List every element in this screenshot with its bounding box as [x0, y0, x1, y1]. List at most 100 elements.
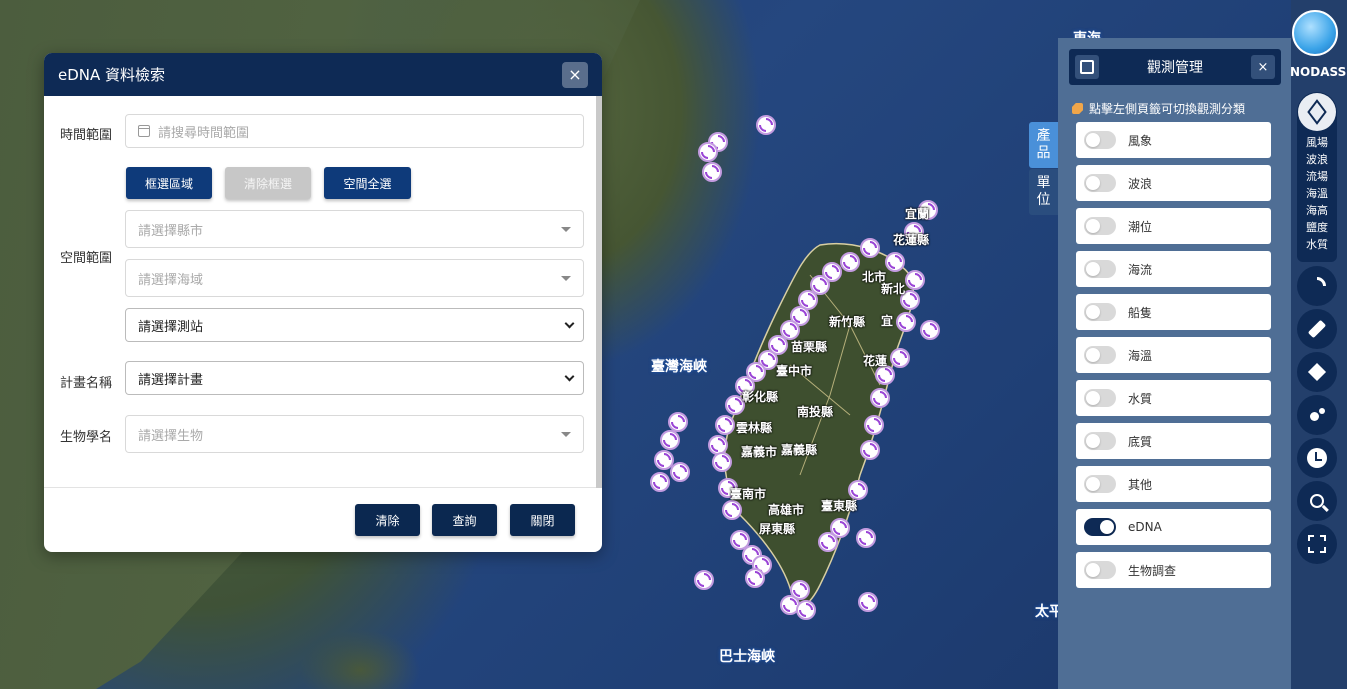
- tab-unit[interactable]: 單位: [1029, 169, 1058, 215]
- clock-icon: [1307, 448, 1327, 468]
- product-item[interactable]: 海溫: [1297, 185, 1337, 201]
- clear-box-button[interactable]: 清除框選: [225, 167, 311, 199]
- observation-item[interactable]: 底質: [1076, 423, 1271, 459]
- edna-station-marker[interactable]: [698, 142, 718, 162]
- observation-item[interactable]: 海溫: [1076, 337, 1271, 373]
- edna-station-marker[interactable]: [756, 115, 776, 135]
- observation-item[interactable]: 船隻: [1076, 294, 1271, 330]
- edna-station-marker[interactable]: [905, 270, 925, 290]
- product-item[interactable]: 水質: [1297, 236, 1337, 252]
- observation-item[interactable]: 風象: [1076, 122, 1271, 158]
- tag-icon: [1072, 103, 1083, 114]
- edna-station-marker[interactable]: [660, 430, 680, 450]
- tab-product[interactable]: 產品: [1029, 122, 1058, 168]
- toggle-switch[interactable]: [1084, 131, 1116, 149]
- toggle-switch[interactable]: [1084, 561, 1116, 579]
- satellite-button[interactable]: [1297, 309, 1337, 349]
- dialog-scrollbar[interactable]: [596, 96, 602, 488]
- toggle-switch[interactable]: [1084, 346, 1116, 364]
- observation-item[interactable]: 潮位: [1076, 208, 1271, 244]
- edna-station-marker[interactable]: [870, 388, 890, 408]
- observation-item-label: 風象: [1128, 133, 1153, 148]
- edna-station-marker[interactable]: [920, 320, 940, 340]
- sea-area-select[interactable]: 請選擇海域: [125, 259, 584, 297]
- toggle-switch[interactable]: [1084, 260, 1116, 278]
- edna-search-dialog: eDNA 資料檢索 × 時間範圍 請搜尋時間範圍 框選區域 清除框選 空間全選 …: [44, 53, 602, 552]
- panel-close-button[interactable]: ×: [1251, 55, 1275, 79]
- time-range-input[interactable]: 請搜尋時間範圍: [125, 114, 584, 148]
- observation-item[interactable]: eDNA: [1076, 509, 1271, 545]
- edna-station-marker[interactable]: [890, 348, 910, 368]
- observation-item[interactable]: 生物調查: [1076, 552, 1271, 588]
- satellite-icon: [1307, 319, 1327, 339]
- project-select-value: 請選擇計畫: [138, 372, 204, 388]
- county-label: 高雄市: [768, 503, 805, 517]
- panel-header: 觀測管理 ×: [1069, 49, 1281, 85]
- edna-station-marker[interactable]: [722, 500, 742, 520]
- search-button[interactable]: [1297, 481, 1337, 521]
- product-item[interactable]: 流場: [1297, 168, 1337, 184]
- observation-item[interactable]: 水質: [1076, 380, 1271, 416]
- toggle-switch[interactable]: [1084, 217, 1116, 235]
- product-item[interactable]: 海高: [1297, 202, 1337, 218]
- edna-station-marker[interactable]: [745, 568, 765, 588]
- time-button[interactable]: [1297, 438, 1337, 478]
- close-button[interactable]: 關閉: [510, 504, 575, 536]
- edna-station-marker[interactable]: [864, 415, 884, 435]
- edna-station-marker[interactable]: [896, 312, 916, 332]
- species-select[interactable]: 請選擇生物: [125, 415, 584, 453]
- toggle-switch[interactable]: [1084, 432, 1116, 450]
- dialog-header: eDNA 資料檢索 ×: [44, 53, 602, 96]
- query-button[interactable]: 查詢: [432, 504, 497, 536]
- panel-collapse-icon[interactable]: [1075, 55, 1099, 79]
- county-label: 臺中市: [776, 364, 813, 378]
- observation-item-label: 海流: [1128, 262, 1153, 277]
- edna-station-marker[interactable]: [694, 570, 714, 590]
- product-item[interactable]: 風場: [1297, 134, 1337, 150]
- toggle-switch[interactable]: [1084, 303, 1116, 321]
- broadcast-button[interactable]: [1297, 266, 1337, 306]
- edna-station-marker[interactable]: [840, 252, 860, 272]
- dots-button[interactable]: [1297, 395, 1337, 435]
- logo-text: NODASS: [1290, 65, 1347, 79]
- select-all-space-button[interactable]: 空間全選: [324, 167, 411, 199]
- clear-button[interactable]: 清除: [355, 504, 420, 536]
- county-select[interactable]: 請選擇縣市: [125, 210, 584, 248]
- station-select[interactable]: 請選擇測站: [125, 308, 584, 342]
- edna-station-marker[interactable]: [712, 452, 732, 472]
- edna-station-marker[interactable]: [818, 532, 838, 552]
- observation-item[interactable]: 波浪: [1076, 165, 1271, 201]
- product-item[interactable]: 波浪: [1297, 151, 1337, 167]
- product-item[interactable]: 鹽度: [1297, 219, 1337, 235]
- box-select-button[interactable]: 框選區域: [126, 167, 212, 199]
- edna-station-marker[interactable]: [670, 462, 690, 482]
- dialog-close-button[interactable]: ×: [562, 61, 588, 88]
- cube-icon[interactable]: [1298, 93, 1336, 131]
- edna-station-marker[interactable]: [856, 528, 876, 548]
- toggle-switch[interactable]: [1084, 174, 1116, 192]
- observation-item[interactable]: 其他: [1076, 466, 1271, 502]
- edna-station-marker[interactable]: [860, 238, 880, 258]
- edna-station-marker[interactable]: [650, 472, 670, 492]
- scrollbar-thumb[interactable]: [596, 96, 602, 488]
- edna-station-marker[interactable]: [715, 415, 735, 435]
- edna-station-marker[interactable]: [790, 580, 810, 600]
- toggle-switch[interactable]: [1084, 518, 1116, 536]
- county-label: 花蓮: [863, 354, 888, 368]
- county-label: 雲林縣: [736, 421, 773, 435]
- edna-station-marker[interactable]: [796, 600, 816, 620]
- edna-station-marker[interactable]: [860, 440, 880, 460]
- toggle-switch[interactable]: [1084, 389, 1116, 407]
- project-select[interactable]: 請選擇計畫: [125, 361, 584, 395]
- edna-station-marker[interactable]: [668, 412, 688, 432]
- layers-button[interactable]: [1297, 352, 1337, 392]
- dialog-body: 時間範圍 請搜尋時間範圍 框選區域 清除框選 空間全選 空間範圍 請選擇縣市 請…: [44, 96, 602, 488]
- calendar-icon: [138, 125, 150, 137]
- toggle-switch[interactable]: [1084, 475, 1116, 493]
- edna-station-marker[interactable]: [885, 252, 905, 272]
- county-label: 苗栗縣: [791, 340, 828, 354]
- edna-station-marker[interactable]: [858, 592, 878, 612]
- observation-item[interactable]: 海流: [1076, 251, 1271, 287]
- fullscreen-button[interactable]: [1297, 524, 1337, 564]
- edna-station-marker[interactable]: [702, 162, 722, 182]
